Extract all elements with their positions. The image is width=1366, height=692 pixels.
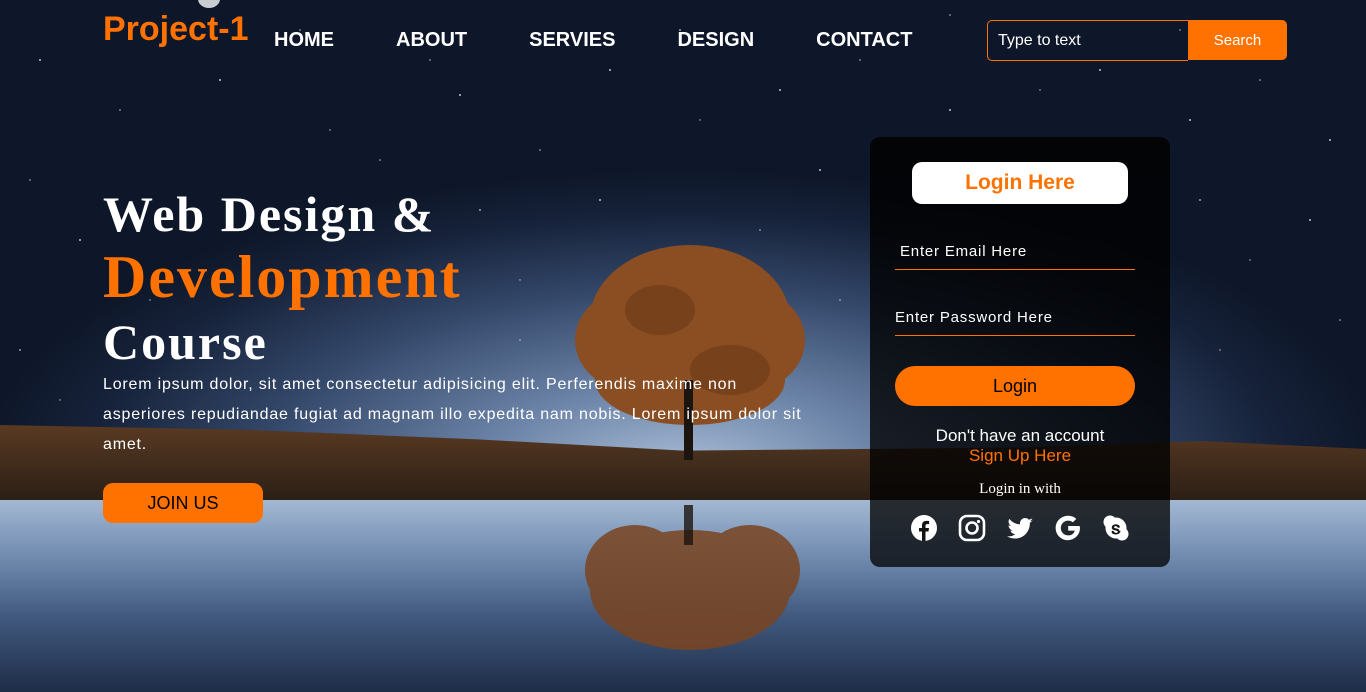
hero-title-line1: Web Design & bbox=[103, 186, 436, 242]
google-icon[interactable] bbox=[1054, 514, 1082, 542]
logo[interactable]: Project-1 bbox=[103, 10, 249, 49]
nav-design[interactable]: DESIGN bbox=[677, 28, 754, 52]
tree-illustration bbox=[575, 245, 805, 650]
no-account-text: Don't have an account bbox=[935, 426, 1105, 445]
nav-home[interactable]: HOME bbox=[274, 28, 334, 52]
login-button[interactable]: Login bbox=[895, 366, 1135, 406]
search-input[interactable] bbox=[987, 20, 1188, 61]
search-bar: Search bbox=[987, 20, 1287, 61]
hero-description: Lorem ipsum dolor, sit amet consectetur … bbox=[103, 376, 802, 453]
email-field[interactable] bbox=[895, 234, 1135, 270]
password-field[interactable] bbox=[895, 300, 1135, 336]
hero-title-line2: Development bbox=[103, 244, 462, 310]
skype-icon[interactable] bbox=[1102, 514, 1130, 542]
facebook-icon[interactable] bbox=[910, 514, 938, 542]
signup-link[interactable]: Sign Up Here bbox=[870, 446, 1170, 466]
nav-services[interactable]: SERVIES bbox=[529, 28, 615, 52]
login-panel: Login Here Login Don't have an account S… bbox=[870, 137, 1170, 567]
join-us-button[interactable]: JOIN US bbox=[103, 483, 263, 523]
nav-about[interactable]: ABOUT bbox=[396, 28, 467, 52]
login-with-text: Login in with bbox=[979, 481, 1061, 497]
twitter-icon[interactable] bbox=[1006, 514, 1034, 542]
hero-title-line3: Course bbox=[103, 314, 268, 370]
login-title: Login Here bbox=[912, 162, 1128, 204]
social-login-icons bbox=[910, 514, 1130, 542]
instagram-icon[interactable] bbox=[958, 514, 986, 542]
nav-contact[interactable]: CONTACT bbox=[816, 28, 912, 52]
search-button[interactable]: Search bbox=[1188, 20, 1287, 60]
main-nav: HOME ABOUT SERVIES DESIGN CONTACT bbox=[274, 28, 974, 52]
